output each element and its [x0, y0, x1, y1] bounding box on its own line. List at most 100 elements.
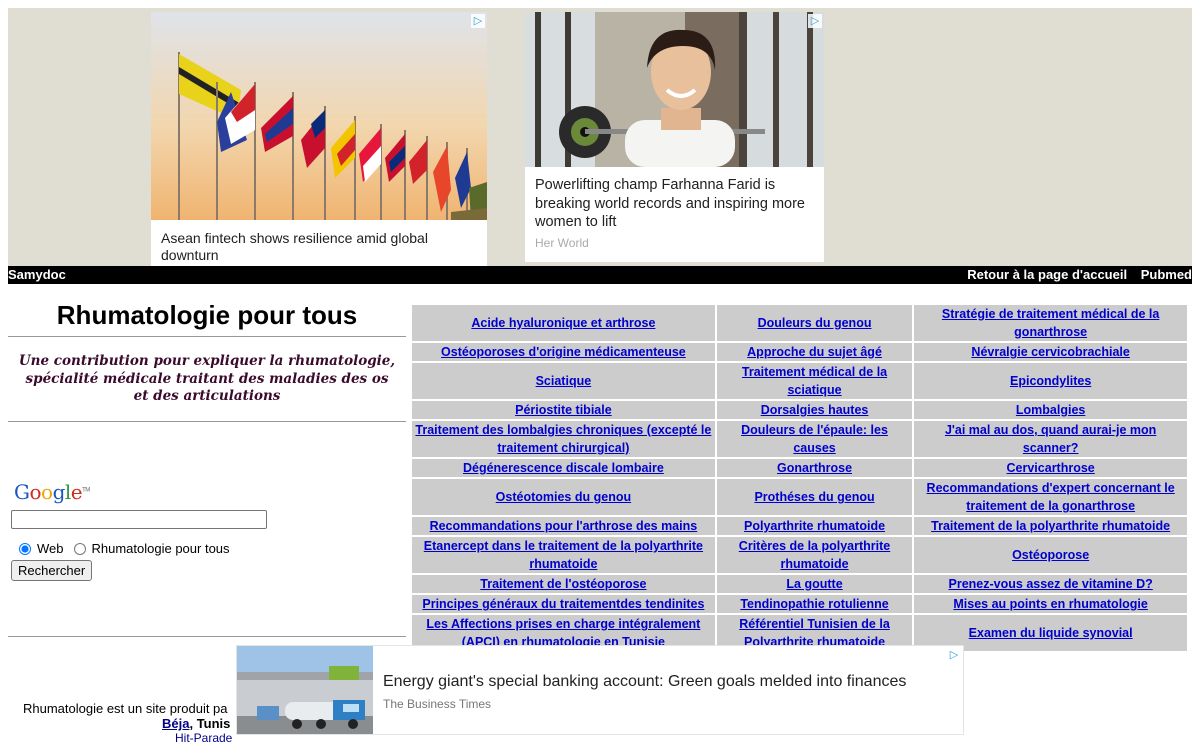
- table-cell: Traitement médical de la sciatique: [716, 363, 913, 399]
- adchoices-icon[interactable]: ▷: [808, 14, 822, 28]
- table-row: Traitement de l'ostéoporose La goutte Pr…: [412, 575, 1187, 593]
- topic-link[interactable]: Gonarthrose: [777, 461, 852, 475]
- google-logo-icon: GoogleTM: [14, 480, 90, 504]
- table-cell: Douleurs du genou: [716, 305, 913, 341]
- site-tagline: Une contribution pour expliquer la rhuma…: [18, 353, 396, 404]
- table-row: Ostéoporoses d'origine médicamenteuse Ap…: [412, 343, 1187, 361]
- table-cell: Recommandations d'expert concernant le t…: [914, 479, 1187, 515]
- topic-link[interactable]: Ostéotomies du genou: [496, 490, 631, 504]
- search-scope: Web Rhumatologie pour tous: [17, 541, 238, 556]
- topic-link[interactable]: Critères de la polyarthrite rhumatoide: [739, 539, 890, 571]
- top-nav-bar: Samydoc Retour à la page d'accueil Pubme…: [8, 266, 1192, 284]
- ad-image-truck[interactable]: [237, 646, 373, 734]
- table-cell: Périostite tibiale: [412, 401, 715, 419]
- footer-link-tunis[interactable]: Tunis: [197, 716, 231, 731]
- ad-card-powerlifting[interactable]: ▷ Powerlifting champ Farhanna Farid is b…: [525, 12, 824, 262]
- footer-hit-parade[interactable]: Hit-Parade: [23, 731, 232, 746]
- topic-link[interactable]: Etanercept dans le traitement de la poly…: [424, 539, 703, 571]
- topics-table: Acide hyaluronique et arthrose Douleurs …: [410, 303, 1189, 653]
- topic-link[interactable]: Recommandations pour l'arthrose des main…: [430, 519, 698, 533]
- ad-caption[interactable]: Asean fintech shows resilience amid glob…: [161, 230, 477, 264]
- table-row: Ostéotomies du genou Prothéses du genou …: [412, 479, 1187, 515]
- table-cell: Ostéotomies du genou: [412, 479, 715, 515]
- footer-credit: Rhumatologie est un site produit pa: [23, 701, 228, 716]
- topic-link[interactable]: Lombalgies: [1016, 403, 1085, 417]
- table-cell: Sciatique: [412, 363, 715, 399]
- topic-link[interactable]: Traitement de l'ostéoporose: [480, 577, 646, 591]
- table-row: Périostite tibiale Dorsalgies hautes Lom…: [412, 401, 1187, 419]
- topic-link[interactable]: Epicondylites: [1010, 374, 1091, 388]
- table-cell: Mises au points en rhumatologie: [914, 595, 1187, 613]
- topic-link[interactable]: Douleurs de l'épaule: les causes: [741, 423, 888, 455]
- search-input[interactable]: [11, 510, 267, 529]
- topic-link[interactable]: Recommandations d'expert concernant le t…: [927, 481, 1175, 513]
- footer: Rhumatologie est un site produit pa Béja…: [23, 701, 232, 746]
- pubmed-link[interactable]: Pubmed: [1141, 267, 1192, 282]
- table-cell: Approche du sujet âgé: [716, 343, 913, 361]
- topic-link[interactable]: Stratégie de traitement médical de la go…: [942, 307, 1159, 339]
- ad-image-athlete[interactable]: [525, 12, 824, 167]
- radio-web-label[interactable]: Web: [37, 541, 64, 556]
- topic-link[interactable]: Prenez-vous assez de vitamine D?: [949, 577, 1153, 591]
- topic-link[interactable]: Polyarthrite rhumatoide: [744, 519, 885, 533]
- home-link[interactable]: Retour à la page d'accueil: [967, 267, 1127, 282]
- ad-caption[interactable]: Powerlifting champ Farhanna Farid is bre…: [535, 176, 814, 232]
- topic-link[interactable]: Principes généraux du traitementdes tend…: [422, 597, 704, 611]
- topic-link[interactable]: J'ai mal au dos, quand aurai-je mon scan…: [945, 423, 1156, 455]
- table-cell: Tendinopathie rotulienne: [716, 595, 913, 613]
- topic-link[interactable]: Acide hyaluronique et arthrose: [471, 316, 655, 330]
- topic-link[interactable]: Cervicarthrose: [1007, 461, 1095, 475]
- topic-link[interactable]: Approche du sujet âgé: [747, 345, 882, 359]
- topic-link[interactable]: Traitement des lombalgies chroniques (ex…: [415, 423, 711, 455]
- table-cell: Epicondylites: [914, 363, 1187, 399]
- table-cell: Douleurs de l'épaule: les causes: [716, 421, 913, 457]
- topic-link[interactable]: Périostite tibiale: [515, 403, 612, 417]
- table-cell: Ostéoporoses d'origine médicamenteuse: [412, 343, 715, 361]
- footer-link-beja[interactable]: Béja: [162, 716, 189, 731]
- search-button[interactable]: Rechercher: [11, 560, 93, 581]
- ad-banner-top: ▷ Asean fintech shows resilience amid gl…: [8, 8, 1192, 266]
- footer-locations: Béja, Tunis: [23, 716, 232, 731]
- topic-link[interactable]: Prothéses du genou: [754, 490, 874, 504]
- topic-link[interactable]: Douleurs du genou: [758, 316, 872, 330]
- topic-link[interactable]: Tendinopathie rotulienne: [740, 597, 888, 611]
- google-logo-tm: TM: [82, 487, 90, 494]
- divider: [8, 636, 406, 637]
- table-cell: Polyarthrite rhumatoide: [716, 517, 913, 535]
- table-row: Traitement des lombalgies chroniques (ex…: [412, 421, 1187, 457]
- table-row: Recommandations pour l'arthrose des main…: [412, 517, 1187, 535]
- table-cell: Traitement de l'ostéoporose: [412, 575, 715, 593]
- table-cell: Névralgie cervicobrachiale: [914, 343, 1187, 361]
- topic-link[interactable]: Névralgie cervicobrachiale: [971, 345, 1129, 359]
- ad-source: Her World: [535, 236, 589, 250]
- topic-link[interactable]: Traitement médical de la sciatique: [742, 365, 887, 397]
- table-cell: Lombalgies: [914, 401, 1187, 419]
- table-cell: Critères de la polyarthrite rhumatoide: [716, 537, 913, 573]
- radio-web[interactable]: [19, 542, 31, 555]
- radio-site-label[interactable]: Rhumatologie pour tous: [92, 541, 230, 556]
- radio-site[interactable]: [73, 542, 86, 555]
- ad-headline[interactable]: Energy giant's special banking account: …: [383, 673, 906, 691]
- topic-link[interactable]: Traitement de la polyarthrite rhumatoide: [931, 519, 1170, 533]
- table-cell: Principes généraux du traitementdes tend…: [412, 595, 715, 613]
- table-cell: Gonarthrose: [716, 459, 913, 477]
- adchoices-icon[interactable]: ▷: [947, 648, 961, 662]
- topic-link[interactable]: Dégénerescence discale lombaire: [463, 461, 664, 475]
- table-cell: Dégénerescence discale lombaire: [412, 459, 715, 477]
- topic-link[interactable]: Examen du liquide synovial: [969, 626, 1133, 640]
- adchoices-icon[interactable]: ▷: [471, 14, 485, 28]
- table-cell: Prothéses du genou: [716, 479, 913, 515]
- topic-link[interactable]: Ostéoporose: [1012, 548, 1089, 562]
- ad-banner-bottom[interactable]: Energy giant's special banking account: …: [236, 645, 964, 735]
- table-cell: Cervicarthrose: [914, 459, 1187, 477]
- site-brand: Samydoc: [8, 267, 66, 282]
- topic-link[interactable]: Dorsalgies hautes: [761, 403, 869, 417]
- table-cell: J'ai mal au dos, quand aurai-je mon scan…: [914, 421, 1187, 457]
- ad-card-fintech[interactable]: ▷ Asean fintech shows resilience amid gl…: [151, 12, 487, 266]
- topic-link[interactable]: Sciatique: [536, 374, 592, 388]
- ad-image-flags[interactable]: [151, 12, 487, 220]
- topic-link[interactable]: Mises au points en rhumatologie: [953, 597, 1147, 611]
- topic-link[interactable]: La goutte: [786, 577, 842, 591]
- topic-link[interactable]: Ostéoporoses d'origine médicamenteuse: [441, 345, 686, 359]
- table-cell: Stratégie de traitement médical de la go…: [914, 305, 1187, 341]
